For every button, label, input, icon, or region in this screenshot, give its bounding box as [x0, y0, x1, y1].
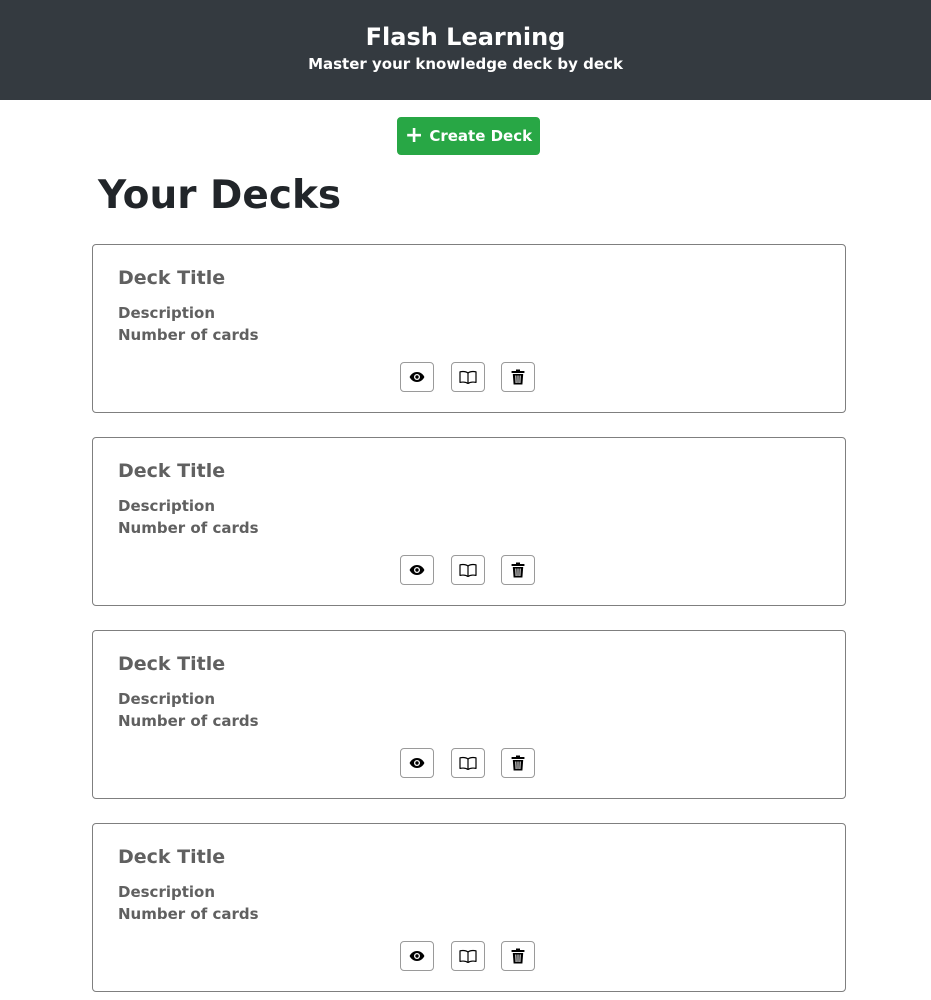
delete-deck-button[interactable]: [501, 941, 535, 971]
view-deck-button[interactable]: [400, 941, 434, 971]
plus-icon: +: [404, 123, 424, 148]
eye-icon: [409, 951, 425, 961]
deck-title: Deck Title: [118, 267, 226, 289]
book-icon: [459, 370, 477, 384]
trash-icon: [511, 755, 525, 771]
delete-deck-button[interactable]: [501, 362, 535, 392]
study-deck-button[interactable]: [451, 555, 485, 585]
create-deck-label: Create Deck: [429, 127, 533, 145]
deck-card: Deck Title Description Number of cards: [92, 630, 846, 799]
trash-icon: [511, 562, 525, 578]
eye-icon: [409, 372, 425, 382]
view-deck-button[interactable]: [400, 748, 434, 778]
study-deck-button[interactable]: [451, 941, 485, 971]
app-title: Flash Learning: [365, 23, 566, 51]
deck-card-count: Number of cards: [118, 326, 259, 344]
view-deck-button[interactable]: [400, 362, 434, 392]
deck-title: Deck Title: [118, 653, 226, 675]
deck-card: Deck Title Description Number of cards: [92, 244, 846, 413]
book-icon: [459, 756, 477, 770]
deck-card: Deck Title Description Number of cards: [92, 823, 846, 992]
deck-card: Deck Title Description Number of cards: [92, 437, 846, 606]
deck-description: Description: [118, 883, 216, 901]
app-header: Flash Learning Master your knowledge dec…: [0, 0, 931, 100]
deck-card-count: Number of cards: [118, 519, 259, 537]
eye-icon: [409, 758, 425, 768]
create-deck-button[interactable]: + Create Deck: [397, 117, 540, 155]
deck-actions: [400, 362, 536, 394]
study-deck-button[interactable]: [451, 362, 485, 392]
deck-description: Description: [118, 690, 216, 708]
deck-card-count: Number of cards: [118, 712, 259, 730]
app-subtitle: Master your knowledge deck by deck: [308, 55, 623, 73]
deck-description: Description: [118, 304, 216, 322]
delete-deck-button[interactable]: [501, 555, 535, 585]
book-icon: [459, 949, 477, 963]
deck-description: Description: [118, 497, 216, 515]
deck-title: Deck Title: [118, 846, 226, 868]
deck-actions: [400, 748, 536, 780]
deck-card-count: Number of cards: [118, 905, 259, 923]
page-title: Your Decks: [98, 173, 342, 218]
study-deck-button[interactable]: [451, 748, 485, 778]
eye-icon: [409, 565, 425, 575]
delete-deck-button[interactable]: [501, 748, 535, 778]
trash-icon: [511, 948, 525, 964]
deck-title: Deck Title: [118, 460, 226, 482]
book-icon: [459, 563, 477, 577]
deck-actions: [400, 941, 536, 973]
deck-actions: [400, 555, 536, 587]
trash-icon: [511, 369, 525, 385]
view-deck-button[interactable]: [400, 555, 434, 585]
